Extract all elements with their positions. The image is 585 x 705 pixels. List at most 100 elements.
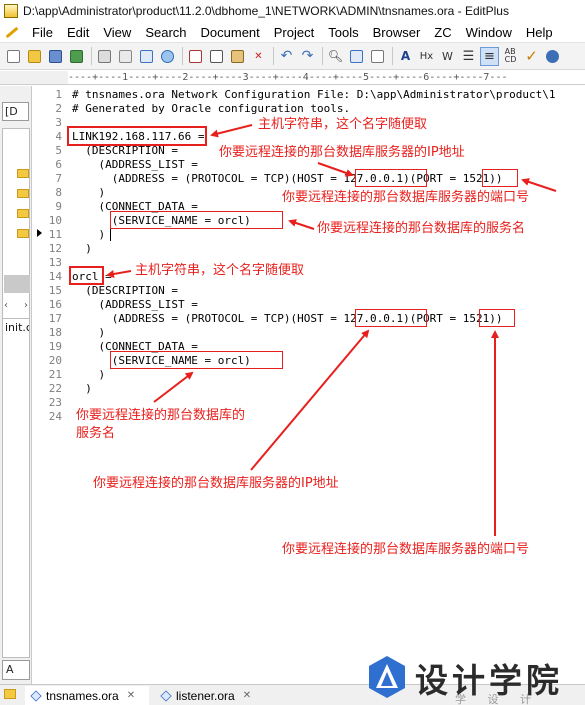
code-line[interactable]: (DESCRIPTION = bbox=[72, 284, 178, 298]
code-line[interactable]: ) bbox=[72, 382, 92, 396]
tree-scroll-arrows[interactable]: ‹ › bbox=[2, 300, 30, 314]
menu-tools[interactable]: Tools bbox=[321, 25, 365, 40]
toolbar: ✕ ↶ ↷ 🔍︎ A Hx W ☰ ≡ AB CD ✓ bbox=[0, 42, 585, 70]
watermark: 设计学院 学 设 计 bbox=[363, 652, 585, 705]
menu-edit[interactable]: Edit bbox=[60, 25, 96, 40]
pen-icon bbox=[3, 24, 21, 40]
tab-label: listener.ora bbox=[176, 688, 235, 703]
ruler-icon[interactable]: AB CD bbox=[501, 47, 520, 66]
filter-box[interactable]: A bbox=[2, 660, 30, 680]
open-folder-icon[interactable] bbox=[25, 47, 44, 66]
spellcheck-icon[interactable] bbox=[137, 47, 156, 66]
menu-bar: File Edit View Search Document Project T… bbox=[0, 22, 585, 42]
code-line[interactable]: # tnsnames.ora Network Configuration Fil… bbox=[72, 88, 555, 102]
annotation-alias-2: 主机字符串，这个名字随便取 bbox=[135, 263, 305, 278]
print-icon[interactable] bbox=[95, 47, 114, 66]
title-bar: D:\app\Administrator\product\11.2.0\dbho… bbox=[0, 0, 585, 22]
undo-icon[interactable]: ↶ bbox=[277, 47, 296, 66]
code-line[interactable]: ) bbox=[72, 186, 105, 200]
paste-icon[interactable] bbox=[228, 47, 247, 66]
new-file-icon[interactable] bbox=[4, 47, 23, 66]
code-line[interactable]: (ADDRESS_LIST = bbox=[72, 158, 197, 172]
window-title: D:\app\Administrator\product\11.2.0\dbho… bbox=[23, 4, 509, 18]
line-number: 24 bbox=[48, 410, 62, 423]
line-number: 21 bbox=[48, 368, 62, 381]
ruler-corner bbox=[0, 71, 68, 85]
copy-icon[interactable] bbox=[207, 47, 226, 66]
line-number: 23 bbox=[48, 396, 62, 409]
service-box-1 bbox=[110, 211, 283, 229]
menu-file[interactable]: File bbox=[25, 25, 60, 40]
find-icon[interactable]: 🔍︎ bbox=[326, 47, 345, 66]
drive-selector[interactable]: [D bbox=[2, 102, 29, 121]
folder-icon bbox=[17, 169, 29, 178]
lines-icon[interactable]: ☰ bbox=[459, 47, 478, 66]
hex-icon[interactable]: Hx bbox=[417, 47, 436, 66]
line-number: 20 bbox=[48, 354, 62, 367]
toolbar-divider bbox=[273, 47, 274, 65]
save-icon[interactable] bbox=[46, 47, 65, 66]
line-number: 1 bbox=[55, 88, 62, 101]
goto-icon[interactable] bbox=[368, 47, 387, 66]
toolbar-divider bbox=[91, 47, 92, 65]
current-line-marker bbox=[37, 229, 42, 237]
tab-tnsnames[interactable]: tnsnames.ora ✕ bbox=[25, 686, 149, 705]
port-box-2 bbox=[479, 309, 515, 327]
menu-help[interactable]: Help bbox=[519, 25, 560, 40]
annotation-port-1: 你要远程连接的那台数据库服务器的端口号 bbox=[282, 190, 530, 205]
cut-icon[interactable] bbox=[186, 47, 205, 66]
delete-icon[interactable]: ✕ bbox=[249, 47, 268, 66]
code-line[interactable]: (ADDRESS = (PROTOCOL = TCP)(HOST = 127.0… bbox=[72, 312, 503, 326]
menu-browser[interactable]: Browser bbox=[366, 25, 428, 40]
replace-icon[interactable] bbox=[347, 47, 366, 66]
watermark-subtext: 学 设 计 bbox=[455, 693, 540, 705]
alias-box-2 bbox=[69, 266, 104, 285]
alias-box-1 bbox=[67, 126, 207, 146]
line-number: 6 bbox=[55, 158, 62, 171]
line-number: 22 bbox=[48, 382, 62, 395]
line-number: 10 bbox=[48, 214, 62, 227]
menu-search[interactable]: Search bbox=[138, 25, 193, 40]
host-box-2 bbox=[355, 309, 427, 327]
column-ruler: ----+----1----+----2----+----3----+----4… bbox=[68, 71, 585, 85]
annotation-alias-1: 主机字符串，这个名字随便取 bbox=[258, 117, 428, 132]
folder-icon bbox=[4, 689, 16, 699]
code-line[interactable]: (ADDRESS = (PROTOCOL = TCP)(HOST = 127.0… bbox=[72, 172, 503, 186]
scroll-right-icon[interactable]: › bbox=[24, 300, 28, 314]
browser-icon[interactable] bbox=[158, 47, 177, 66]
folder-icon bbox=[17, 189, 29, 198]
word-wrap-icon[interactable]: W bbox=[438, 47, 457, 66]
print-preview-icon[interactable] bbox=[116, 47, 135, 66]
font-icon[interactable]: A bbox=[396, 47, 415, 66]
code-line[interactable]: ) bbox=[72, 368, 105, 382]
menu-window[interactable]: Window bbox=[459, 25, 519, 40]
file-list[interactable]: init.c bbox=[2, 318, 30, 658]
selected-folder[interactable] bbox=[4, 275, 30, 293]
redo-icon[interactable]: ↷ bbox=[298, 47, 317, 66]
code-line[interactable]: (DESCRIPTION = bbox=[72, 144, 178, 158]
line-number: 8 bbox=[55, 186, 62, 199]
line-number: 2 bbox=[55, 102, 62, 115]
menu-zc[interactable]: ZC bbox=[427, 25, 458, 40]
file-icon bbox=[160, 689, 172, 702]
code-line[interactable]: ) bbox=[72, 326, 105, 340]
menu-project[interactable]: Project bbox=[267, 25, 321, 40]
line-number-icon[interactable]: ≡ bbox=[480, 46, 499, 66]
close-icon[interactable]: ✕ bbox=[243, 690, 251, 701]
code-line[interactable]: ) bbox=[72, 242, 92, 256]
save-all-icon[interactable] bbox=[67, 47, 86, 66]
scroll-left-icon[interactable]: ‹ bbox=[4, 300, 8, 314]
close-icon[interactable]: ✕ bbox=[127, 690, 135, 701]
code-line[interactable]: # Generated by Oracle configuration tool… bbox=[72, 102, 350, 116]
check-icon[interactable]: ✓ bbox=[522, 47, 541, 66]
file-list-item[interactable]: init.c bbox=[5, 321, 29, 334]
menu-view[interactable]: View bbox=[96, 25, 138, 40]
toolbar-divider bbox=[182, 47, 183, 65]
directory-pane: [D ‹ › init.c A bbox=[0, 86, 32, 684]
code-line[interactable]: ) bbox=[72, 228, 105, 242]
help-icon[interactable] bbox=[543, 47, 562, 66]
code-line[interactable]: (ADDRESS_LIST = bbox=[72, 298, 197, 312]
tab-listener[interactable]: listener.ora ✕ bbox=[155, 686, 270, 705]
menu-document[interactable]: Document bbox=[194, 25, 267, 40]
annotation-ip-2: 你要远程连接的那台数据库服务器的IP地址 bbox=[93, 476, 339, 491]
